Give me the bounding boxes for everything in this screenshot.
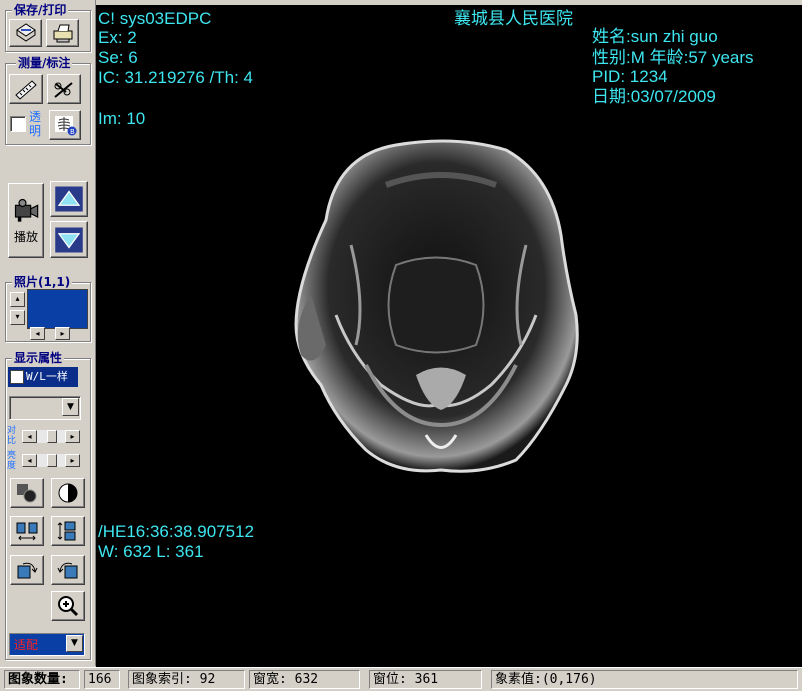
wl-same-label: W/L一样 xyxy=(26,370,68,383)
patient-sex-age: 性别:M 年龄:57 years xyxy=(592,48,754,67)
fit-mode-dropdown[interactable]: ▼ xyxy=(66,635,83,652)
display-title: 显示属性 xyxy=(12,351,65,365)
image-number-text: Im: 10 xyxy=(98,109,146,128)
window-width-status: 窗宽: 632 xyxy=(249,670,360,689)
save-icon xyxy=(15,23,36,42)
contrast-right[interactable]: ▸ xyxy=(65,430,80,443)
arrow-up-icon xyxy=(55,186,83,212)
svg-text:B: B xyxy=(70,128,75,136)
contrast-label: 对比 xyxy=(7,426,17,446)
series-text: Se: 6 xyxy=(98,48,138,67)
image-count-value: 166 xyxy=(84,670,120,689)
wl-same-checkbox[interactable] xyxy=(10,370,24,384)
image-count-label: 图象数量: xyxy=(4,670,80,689)
modality-text: C! sys03EDPC xyxy=(98,9,212,28)
display-mode-select[interactable]: ▼ xyxy=(9,396,81,420)
save-button[interactable] xyxy=(9,19,42,47)
angle-button[interactable] xyxy=(47,74,81,104)
zoom-icon xyxy=(58,596,79,617)
wl-same-control[interactable]: W/L一样 xyxy=(8,367,78,387)
play-button[interactable]: 播放 xyxy=(8,183,44,258)
play-label: 播放 xyxy=(13,230,38,244)
brightness-slider[interactable]: ◂ ▸ xyxy=(22,454,80,467)
xray-button[interactable]: B xyxy=(49,110,81,140)
photo-thumbnail[interactable] xyxy=(27,289,88,329)
camera-icon xyxy=(14,198,39,222)
patient-name: 姓名:sun zhi guo xyxy=(592,27,718,46)
exam-text: Ex: 2 xyxy=(98,28,137,47)
image-viewport[interactable]: C! sys03EDPC Ex: 2 Se: 6 IC: 31.219276 /… xyxy=(96,5,802,667)
acquisition-time: /HE16:36:38.907512 xyxy=(98,522,254,541)
photo-scroll-down[interactable]: ▾ xyxy=(10,310,25,325)
contrast-thumb[interactable] xyxy=(47,430,57,443)
save-print-title: 保存/打印 xyxy=(12,3,69,17)
contrast-slider[interactable]: ◂ ▸ xyxy=(22,430,80,443)
fit-mode-value: 适配 xyxy=(14,638,39,652)
tool-sidebar: 保存/打印 测量/标注 透明 B 播放 照片(1,1) ▴ ▾ ◂ ▸ 显示属性… xyxy=(0,0,96,666)
measure-title: 测量/标注 xyxy=(16,56,73,70)
rotate-ccw-button[interactable] xyxy=(51,555,85,585)
photo-scroll-right[interactable]: ▸ xyxy=(55,327,70,340)
display-mode-dropdown[interactable]: ▼ xyxy=(62,398,79,416)
status-bar: 图象数量: 166 图象索引: 92 窗宽: 632 窗位: 361 象素值:(… xyxy=(0,667,802,691)
hospital-name: 襄城县人民医院 xyxy=(454,9,573,28)
flip-vertical-button[interactable] xyxy=(51,516,85,546)
flip-horizontal-button[interactable] xyxy=(10,516,44,546)
previous-image-button[interactable] xyxy=(50,181,88,217)
arrow-down-icon xyxy=(55,227,83,252)
brightness-label: 亮度 xyxy=(7,451,17,471)
brightness-right[interactable]: ▸ xyxy=(65,454,80,467)
pixel-value-status: 象素值:(0,176) xyxy=(491,670,798,689)
photo-title: 照片(1,1) xyxy=(12,275,73,289)
ruler-button[interactable] xyxy=(9,74,43,104)
roi-button[interactable] xyxy=(10,478,44,508)
flip-vertical-icon xyxy=(57,521,76,541)
transparent-label: 透明 xyxy=(29,110,42,138)
fit-mode-select[interactable]: 适配 ▼ xyxy=(9,633,85,656)
photo-scroll-up[interactable]: ▴ xyxy=(10,292,25,307)
next-image-button[interactable] xyxy=(50,221,88,258)
invert-icon xyxy=(58,483,78,503)
rotate-clockwise-icon xyxy=(17,562,38,579)
photo-scroll-left[interactable]: ◂ xyxy=(30,327,45,340)
study-date: 日期:03/07/2009 xyxy=(592,87,716,106)
image-index: 图象索引: 92 xyxy=(128,670,245,689)
rotate-cw-button[interactable] xyxy=(10,555,44,585)
transparent-checkbox[interactable] xyxy=(10,116,26,132)
ic-th-text: IC: 31.219276 /Th: 4 xyxy=(98,68,253,87)
contrast-left[interactable]: ◂ xyxy=(22,430,37,443)
roi-icon xyxy=(17,484,37,503)
invert-button[interactable] xyxy=(51,478,85,508)
chest-xray-icon: B xyxy=(55,116,77,136)
window-level-status: 窗位: 361 xyxy=(369,670,482,689)
patient-id: PID: 1234 xyxy=(592,67,668,86)
angle-icon xyxy=(54,82,73,98)
ruler-icon xyxy=(15,80,37,100)
brightness-thumb[interactable] xyxy=(47,454,57,467)
zoom-button[interactable] xyxy=(51,591,85,621)
print-button[interactable] xyxy=(46,19,79,47)
flip-horizontal-icon xyxy=(16,522,38,541)
printer-icon xyxy=(53,24,72,43)
rotate-counterclockwise-icon xyxy=(57,562,78,579)
brightness-left[interactable]: ◂ xyxy=(22,454,37,467)
window-level-text: W: 632 L: 361 xyxy=(98,542,204,561)
